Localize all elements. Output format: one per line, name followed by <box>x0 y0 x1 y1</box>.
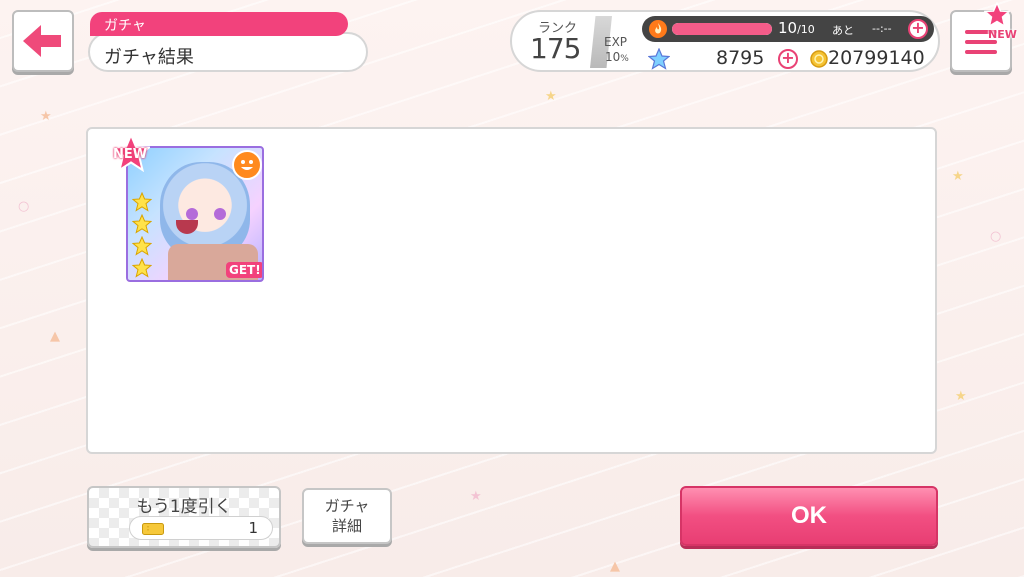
stamina-refill-label: あと <box>832 24 854 37</box>
stamina-gauge <box>672 23 772 35</box>
draw-again-label: もう1度引く <box>136 497 232 517</box>
player-status-panel: ランク 175 EXP 10% 10/10 あと --:-- + 8795 + … <box>510 10 940 72</box>
page-title-area: ガチャ結果 ガチャ <box>88 12 368 72</box>
back-button[interactable] <box>12 10 74 72</box>
bg-triangle-icon: ▲ <box>610 559 620 574</box>
stamina-max: /10 <box>797 23 815 36</box>
ok-button[interactable]: OK <box>680 486 938 546</box>
card-eye <box>186 208 198 220</box>
stamina-timer: --:-- <box>872 22 892 35</box>
ticket-count-pill: 1 <box>129 516 273 540</box>
get-badge: GET! <box>226 262 262 278</box>
bg-star-icon: ★ <box>955 389 967 404</box>
draw-again-button[interactable]: もう1度引く 1 <box>87 486 281 548</box>
bg-circle-icon: ○ <box>18 199 30 214</box>
hamburger-menu-icon-line <box>965 50 997 54</box>
new-star-icon <box>984 2 1010 28</box>
gacha-detail-label-line2: 詳細 <box>331 517 362 535</box>
page-title: ガチャ結果 <box>88 32 368 72</box>
star-gem-icon <box>648 48 670 70</box>
menu-new-badge: NEW <box>988 28 1017 41</box>
arrow-left-icon <box>23 25 61 57</box>
happy-attribute-icon <box>232 150 262 180</box>
stamina-count: 10/10 <box>778 19 815 37</box>
rarity-star-icon <box>132 258 152 278</box>
bg-star-icon: ★ <box>470 489 482 504</box>
bg-circle-icon: ○ <box>990 229 1002 244</box>
smile-icon <box>241 160 253 170</box>
stamina-plus-button[interactable]: + <box>908 19 928 39</box>
bg-star-icon: ★ <box>545 89 557 104</box>
star-gem-plus-button[interactable]: + <box>778 49 798 69</box>
section-tab: ガチャ <box>90 12 348 36</box>
star-gem-count: 8795 <box>716 47 765 69</box>
coin-count: 20799140 <box>828 47 925 69</box>
card-new-badge: NEW <box>113 147 148 162</box>
stamina-fill <box>672 23 772 35</box>
rank-value: 175 <box>530 32 581 65</box>
bg-triangle-icon: ▲ <box>50 329 60 344</box>
ticket-count: 1 <box>248 519 258 537</box>
rarity-star-icon <box>132 192 152 212</box>
gacha-ticket-icon <box>142 523 164 535</box>
gacha-detail-button[interactable]: ガチャ 詳細 <box>302 488 392 544</box>
bg-star-icon: ★ <box>40 109 52 124</box>
rarity-star-icon <box>132 236 152 256</box>
stamina-current: 10 <box>778 19 798 37</box>
flame-icon <box>649 20 667 38</box>
exp-percent-value: 10 <box>605 50 621 64</box>
bg-star-icon: ★ <box>952 169 964 184</box>
card-eye <box>214 208 226 220</box>
exp-percent: 10% <box>605 50 629 64</box>
exp-label: EXP <box>604 35 628 49</box>
rarity-star-icon <box>132 214 152 234</box>
coin-icon <box>810 50 828 68</box>
exp-percent-unit: % <box>620 54 629 64</box>
stamina-bar: 10/10 あと --:-- + <box>642 16 934 42</box>
gacha-detail-label-line1: ガチャ <box>324 497 370 515</box>
